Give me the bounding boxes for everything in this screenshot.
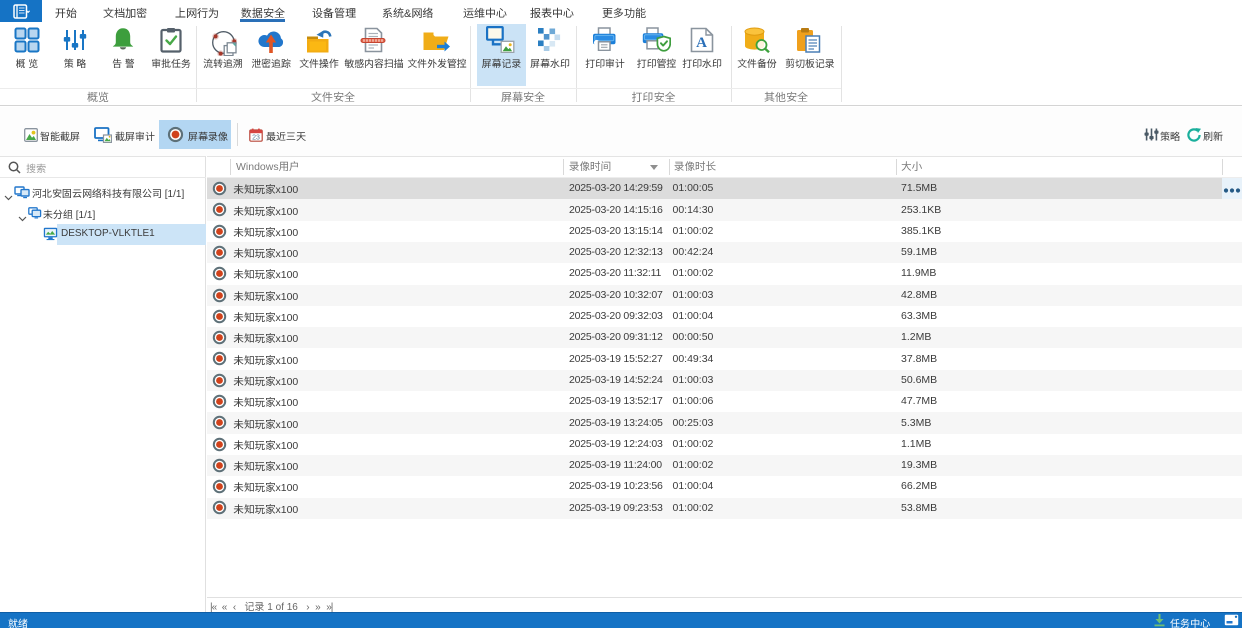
svg-text:23: 23: [252, 135, 260, 142]
svg-text:A: A: [696, 35, 707, 51]
